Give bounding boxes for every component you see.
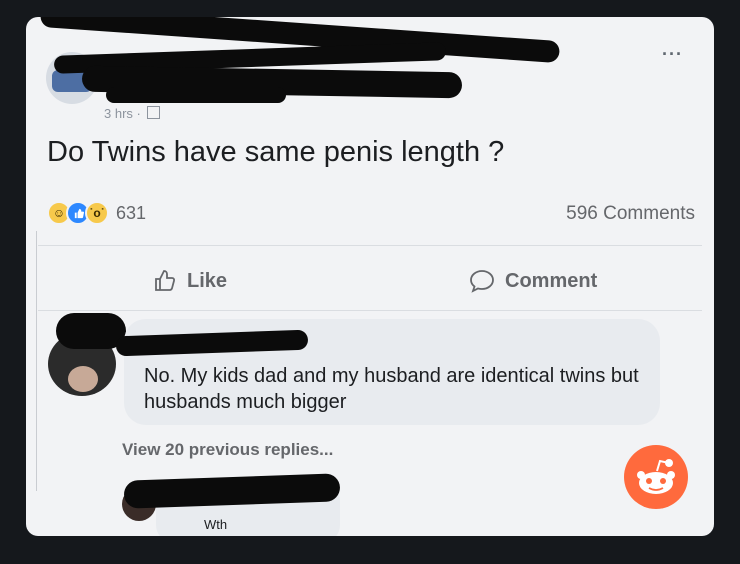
divider <box>38 245 702 246</box>
divider <box>38 310 702 311</box>
like-button[interactable]: Like <box>153 267 227 295</box>
thread-line <box>26 231 37 491</box>
wow-icon: ˙o˙ <box>85 201 109 225</box>
comment-icon <box>470 270 494 293</box>
reddit-logo-icon <box>624 445 688 509</box>
post-body: Do Twins have same penis length ? <box>47 136 505 168</box>
reply-partial-text: Wth <box>204 517 228 532</box>
comment-button[interactable]: Comment <box>469 267 597 295</box>
reply-text: No. My kids dad and my husband are ident… <box>144 365 639 413</box>
redaction-mark <box>106 87 286 103</box>
reaction-count: 631 <box>116 202 147 223</box>
thumbs-up-icon <box>155 270 176 291</box>
reactions-summary[interactable]: ☺ ˙o˙ 631 <box>47 201 147 225</box>
comment-count[interactable]: 596 Comments <box>566 203 695 225</box>
audience-icon <box>146 106 160 119</box>
view-previous-replies-link[interactable]: View 20 previous replies... <box>122 440 333 460</box>
post-card: ··· 3 hrs · Do Twins have same penis len… <box>26 17 714 536</box>
comment-label: Comment <box>505 269 598 292</box>
post-timestamp[interactable]: 3 hrs · <box>104 106 160 121</box>
like-label: Like <box>187 269 228 292</box>
avatar-image <box>68 366 98 392</box>
more-options-icon[interactable]: ··· <box>662 44 683 65</box>
timestamp-text: 3 hrs · <box>104 106 141 121</box>
